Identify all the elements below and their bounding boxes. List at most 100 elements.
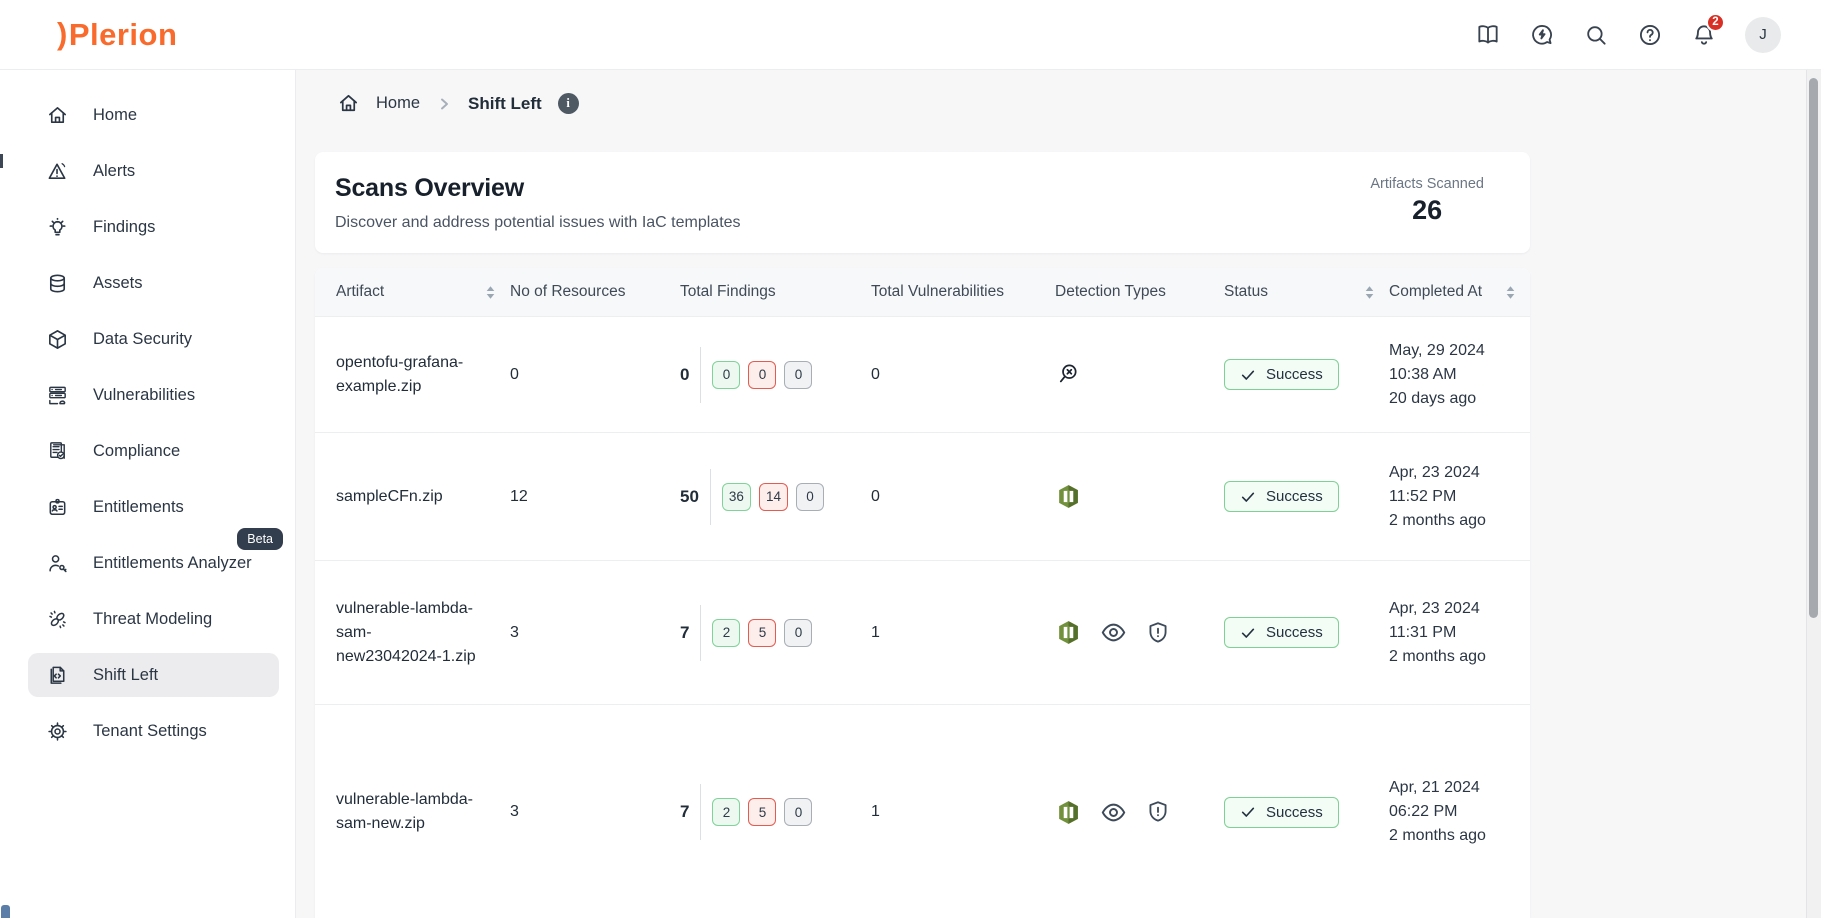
breadcrumb-home[interactable]: Home xyxy=(376,94,420,113)
sidebar-nav: Home Alerts Findings Assets Data Securit… xyxy=(0,70,296,918)
findings-total: 0 xyxy=(680,364,690,384)
main-content: Home Shift Left i Scans Overview Discove… xyxy=(296,70,1806,918)
resources-count: 12 xyxy=(510,487,528,505)
sort-icon[interactable] xyxy=(1364,285,1375,300)
artifact-name: sampleCFn.zip xyxy=(336,487,443,505)
sort-icon[interactable] xyxy=(485,285,496,300)
sidebar-item-threat-modeling[interactable]: Threat Modeling xyxy=(28,597,279,641)
notifications-bell-icon[interactable]: 2 xyxy=(1691,12,1725,48)
sidebar-item-tenant-settings[interactable]: Tenant Settings xyxy=(28,709,279,753)
artifacts-scanned-stat: Artifacts Scanned 26 xyxy=(1370,176,1484,226)
sidebar-item-compliance[interactable]: Compliance xyxy=(28,429,279,473)
page-scrollbar-thumb[interactable] xyxy=(1809,78,1818,618)
sidebar-item-label: Alerts xyxy=(93,161,136,180)
top-bar: ) Plerion 2 J xyxy=(0,0,1821,70)
shield-icon xyxy=(1145,799,1171,825)
column-header-findings: Total Findings xyxy=(680,283,776,300)
vulnerabilities-count: 1 xyxy=(871,803,880,820)
sidebar-item-entitlements-analyzer[interactable]: Entitlements Analyzer Beta xyxy=(28,528,283,585)
completed-at-cell: Apr, 21 2024 06:22 PM 2 months ago xyxy=(1389,776,1501,848)
findings-pass-badge: 2 xyxy=(712,798,741,826)
sidebar-item-label: Data Security xyxy=(93,329,193,348)
eye-icon xyxy=(1100,619,1127,646)
findings-cell: 7 2 5 0 xyxy=(680,604,871,661)
column-header-vulnerabilities: Total Vulnerabilities xyxy=(871,283,1004,300)
sidebar-item-shift-left[interactable]: Shift Left xyxy=(28,653,279,697)
sidebar-item-label: Threat Modeling xyxy=(93,609,213,628)
stat-label: Artifacts Scanned xyxy=(1370,176,1484,192)
column-header-resources: No of Resources xyxy=(510,283,626,300)
scans-overview-card: Scans Overview Discover and address pote… xyxy=(315,152,1530,253)
sidebar-item-label: Entitlements Analyzer xyxy=(93,553,252,572)
assets-icon xyxy=(45,271,69,295)
divider xyxy=(700,784,702,840)
sidebar-item-label: Assets xyxy=(93,273,143,292)
sidebar-item-alerts[interactable]: Alerts xyxy=(28,149,279,193)
completed-date: Apr, 23 2024 11:52 PM xyxy=(1389,463,1480,505)
detection-types-cell xyxy=(1055,361,1224,389)
table-row[interactable]: vulnerable-lambda-sam-new23042024-1.zip … xyxy=(315,560,1530,704)
resources-count: 3 xyxy=(510,803,519,820)
sidebar-item-label: Home xyxy=(93,105,138,124)
sidebar-scrollbar-thumb[interactable] xyxy=(0,154,3,168)
sidebar-item-label: Entitlements xyxy=(93,497,184,516)
completed-at-cell: May, 29 2024 10:38 AM 20 days ago xyxy=(1389,339,1501,411)
findings-other-badge: 0 xyxy=(784,618,813,647)
column-header-completed-at[interactable]: Completed At xyxy=(1389,283,1530,301)
divider xyxy=(700,604,702,661)
logo-mark: ) xyxy=(57,15,68,51)
findings-total: 7 xyxy=(680,802,690,821)
sidebar-item-assets[interactable]: Assets xyxy=(28,261,279,305)
findings-total: 50 xyxy=(680,486,699,506)
status-badge: Success xyxy=(1224,359,1339,390)
sidebar-item-vulnerabilities[interactable]: Vulnerabilities xyxy=(28,373,279,417)
completed-at-cell: Apr, 23 2024 11:52 PM 2 months ago xyxy=(1389,461,1501,533)
sidebar-item-data-security[interactable]: Data Security xyxy=(28,317,279,361)
page-subtitle: Discover and address potential issues wi… xyxy=(335,214,741,231)
check-icon xyxy=(1241,628,1255,638)
help-icon[interactable] xyxy=(1637,22,1663,48)
findings-other-badge: 0 xyxy=(795,482,824,511)
completed-at-cell: Apr, 23 2024 11:31 PM 2 months ago xyxy=(1389,597,1501,669)
vulnerabilities-count: 1 xyxy=(871,623,880,641)
info-icon[interactable]: i xyxy=(557,93,579,114)
artifact-name: vulnerable-lambda-sam-new23042024-1.zip xyxy=(336,599,476,665)
user-avatar[interactable]: J xyxy=(1745,16,1781,53)
tenant-settings-icon xyxy=(45,719,69,743)
alerts-icon xyxy=(45,159,69,183)
sidebar-item-findings[interactable]: Findings xyxy=(28,205,279,249)
cloudformation-icon xyxy=(1055,619,1082,646)
cloudformation-icon xyxy=(1055,799,1082,826)
column-header-status[interactable]: Status xyxy=(1224,283,1389,301)
table-row[interactable]: sampleCFn.zip 12 50 36 14 0 0 Success Ap… xyxy=(315,432,1530,560)
column-header-artifact[interactable]: Artifact xyxy=(336,283,510,301)
breadcrumb-home-icon[interactable] xyxy=(337,92,360,115)
completed-ago: 2 months ago xyxy=(1389,647,1486,665)
table-row[interactable]: vulnerable-lambda-sam-new.zip 3 7 2 5 0 … xyxy=(315,704,1530,918)
table-header: Artifact No of Resources Total Findings … xyxy=(315,268,1530,316)
completed-ago: 2 months ago xyxy=(1389,511,1486,529)
feedback-chat-icon[interactable] xyxy=(1529,22,1555,48)
shield-icon xyxy=(1145,620,1171,646)
detection-types-cell xyxy=(1055,483,1224,510)
search-icon[interactable] xyxy=(1583,22,1609,48)
completed-date: Apr, 23 2024 11:31 PM xyxy=(1389,599,1480,641)
table-row[interactable]: opentofu-grafana-example.zip 0 0 0 0 0 0 xyxy=(315,316,1530,432)
docs-book-icon[interactable] xyxy=(1475,22,1501,48)
completed-ago: 2 months ago xyxy=(1389,827,1486,844)
sidebar-item-entitlements[interactable]: Entitlements xyxy=(28,485,279,529)
entitlements-analyzer-icon xyxy=(45,551,69,575)
completed-ago: 20 days ago xyxy=(1389,389,1477,407)
beta-badge: Beta xyxy=(237,528,283,550)
findings-pass-badge: 36 xyxy=(721,482,751,511)
threat-modeling-icon xyxy=(45,607,69,631)
sidebar-item-label: Tenant Settings xyxy=(93,721,207,740)
avatar-initial: J xyxy=(1759,26,1767,43)
sort-icon[interactable] xyxy=(1505,285,1516,300)
sidebar-item-label: Findings xyxy=(93,217,156,236)
sidebar-item-home[interactable]: Home xyxy=(28,93,279,137)
plerion-logo[interactable]: ) Plerion xyxy=(57,15,177,53)
entitlements-icon xyxy=(45,495,69,519)
sidebar-item-label: Compliance xyxy=(93,441,181,460)
findings-other-badge: 0 xyxy=(784,360,813,389)
